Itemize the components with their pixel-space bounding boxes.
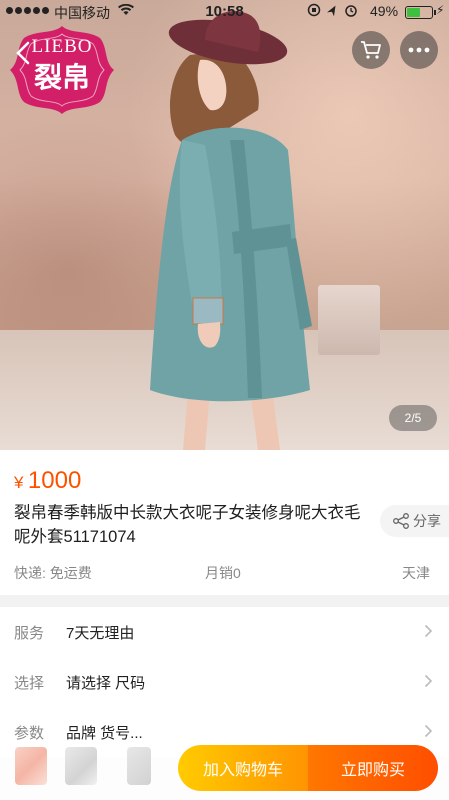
product-price: ¥ 1000 <box>14 467 81 495</box>
share-label: 分享 <box>413 513 441 529</box>
share-button[interactable]: 分享 <box>380 505 449 537</box>
row-label: 选择 <box>14 674 45 692</box>
ship-from-location: 天津 <box>402 565 430 581</box>
buy-now-button[interactable]: 立即购买 <box>308 745 438 791</box>
add-to-cart-button[interactable]: 加入购物车 <box>178 745 308 791</box>
back-button[interactable] <box>12 40 38 66</box>
price-value: 1000 <box>27 467 82 494</box>
charging-icon: ⚡ <box>436 3 445 17</box>
bottom-action-bar: 加入购物车 立即购买 <box>0 740 449 800</box>
system-status-icons <box>307 3 365 20</box>
cart-icon <box>361 41 381 59</box>
shipping-info: 快递: 免运费 <box>14 565 92 581</box>
chevron-right-icon <box>424 622 433 643</box>
gallery-page-indicator: 2/5 <box>389 405 437 431</box>
customer-service-icon[interactable] <box>65 747 97 785</box>
select-size-row[interactable]: 选择 请选择 尺码 <box>0 657 449 707</box>
row-value: 7天无理由 <box>66 624 135 642</box>
more-dots-icon <box>408 47 430 53</box>
product-info-card: ¥ 1000 裂帛春季韩版中长款大衣呢子女装修身呢大衣毛呢外套51171074 … <box>0 450 449 595</box>
product-options-list: 服务 7天无理由 选择 请选择 尺码 参数 品牌 货号... <box>0 607 449 757</box>
cart-button[interactable] <box>352 31 390 69</box>
status-bar: 中国移动 10:58 49% ⚡ <box>0 0 449 24</box>
chevron-right-icon <box>424 672 433 693</box>
product-title: 裂帛春季韩版中长款大衣呢子女装修身呢大衣毛呢外套51171074 <box>14 504 361 546</box>
favorite-icon[interactable] <box>127 747 151 785</box>
shop-icon[interactable] <box>15 747 47 785</box>
battery-icon <box>405 6 436 19</box>
battery-percentage: 49% <box>370 3 399 19</box>
monthly-sales: 月销0 <box>205 565 241 581</box>
more-options-button[interactable] <box>400 31 438 69</box>
service-row[interactable]: 服务 7天无理由 <box>0 607 449 657</box>
chevron-left-icon <box>16 41 30 65</box>
currency-symbol: ¥ <box>14 473 24 492</box>
row-label: 服务 <box>14 624 45 642</box>
row-value: 请选择 尺码 <box>66 674 146 692</box>
product-image-gallery[interactable]: 中国移动 10:58 49% ⚡ LIEBO 裂帛 2/5 <box>0 0 449 450</box>
share-icon <box>393 513 409 529</box>
